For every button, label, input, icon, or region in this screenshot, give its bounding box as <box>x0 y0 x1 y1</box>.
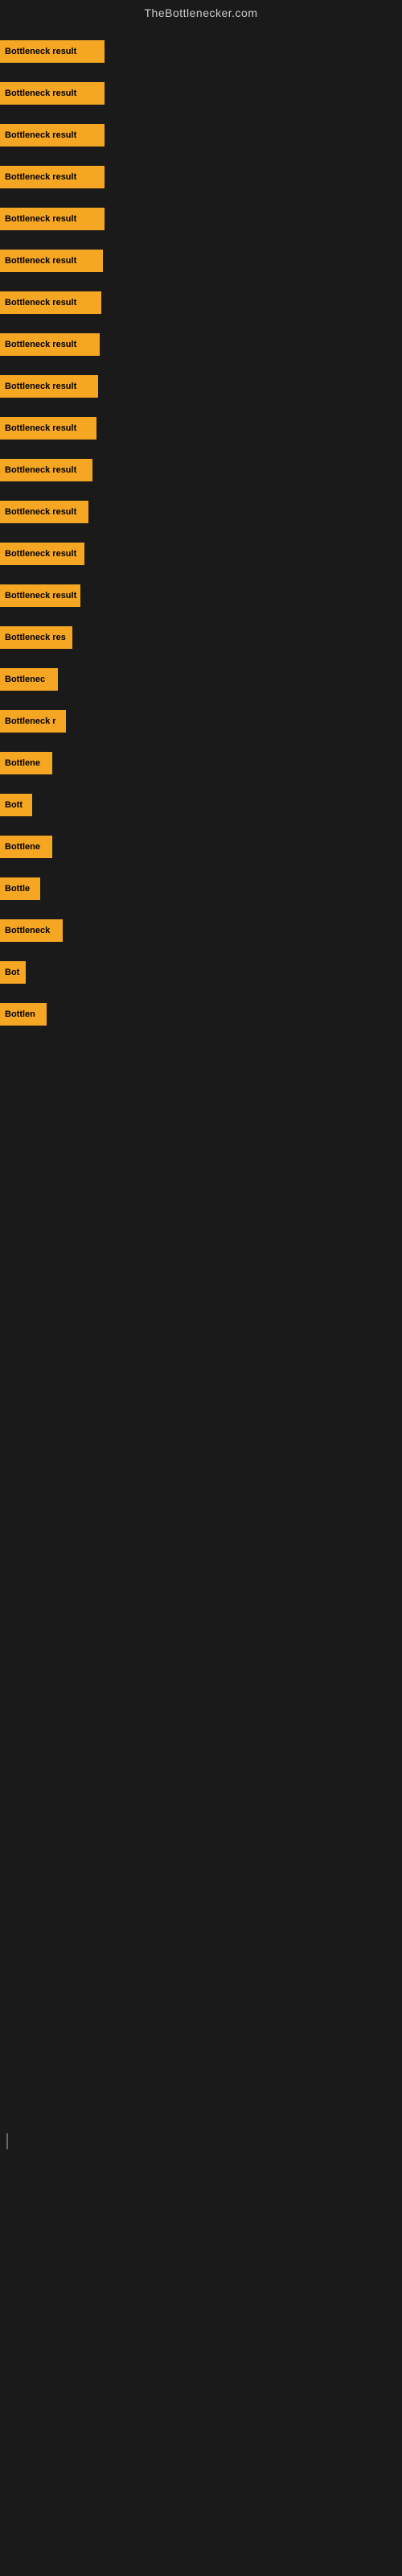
bar-row: Bottlene <box>0 742 402 784</box>
bar-label: Bottleneck result <box>5 382 76 391</box>
bottleneck-bar-11: Bottleneck result <box>0 459 92 481</box>
bottleneck-bar-2: Bottleneck result <box>0 82 105 105</box>
site-header: TheBottlenecker.com <box>0 0 402 23</box>
bar-label: Bottleneck result <box>5 340 76 349</box>
bottleneck-bar-6: Bottleneck result <box>0 250 103 272</box>
bar-row: Bottleneck result <box>0 407 402 449</box>
bar-row: Bot <box>0 952 402 993</box>
bar-label: Bottleneck res <box>5 633 66 642</box>
bar-row: Bottleneck res <box>0 617 402 658</box>
bottleneck-bar-5: Bottleneck result <box>0 208 105 230</box>
bar-label: Bottleneck r <box>5 716 56 726</box>
bar-row: Bottleneck result <box>0 72 402 114</box>
bottleneck-bar-19: Bott <box>0 794 32 816</box>
cursor-line <box>6 2133 8 2149</box>
bottleneck-bar-22: Bottleneck <box>0 919 63 942</box>
bottleneck-bar-4: Bottleneck result <box>0 166 105 188</box>
bar-label: Bottleneck result <box>5 465 76 475</box>
bottleneck-bar-1: Bottleneck result <box>0 40 105 63</box>
bar-row: Bottlenec <box>0 658 402 700</box>
bars-container: Bottleneck result Bottleneck result Bottle… <box>0 23 402 1043</box>
bottleneck-bar-12: Bottleneck result <box>0 501 88 523</box>
bottleneck-bar-21: Bottle <box>0 877 40 900</box>
bottleneck-bar-8: Bottleneck result <box>0 333 100 356</box>
bar-row: Bottlen <box>0 993 402 1035</box>
bar-label: Bottlenec <box>5 675 45 684</box>
bottleneck-bar-7: Bottleneck result <box>0 291 101 314</box>
bar-row: Bottleneck result <box>0 449 402 491</box>
bar-label: Bottlene <box>5 758 40 768</box>
bar-label: Bott <box>5 800 23 810</box>
bar-row: Bottleneck result <box>0 365 402 407</box>
bottleneck-bar-9: Bottleneck result <box>0 375 98 398</box>
bar-label: Bottleneck result <box>5 172 76 182</box>
bar-label: Bottleneck result <box>5 214 76 224</box>
bottleneck-bar-15: Bottleneck res <box>0 626 72 649</box>
bar-row: Bottleneck <box>0 910 402 952</box>
bottleneck-bar-14: Bottleneck result <box>0 584 80 607</box>
bar-row: Bottleneck result <box>0 198 402 240</box>
bar-row: Bottleneck result <box>0 491 402 533</box>
bar-row: Bottleneck result <box>0 282 402 324</box>
bottleneck-bar-13: Bottleneck result <box>0 543 84 565</box>
bar-row: Bott <box>0 784 402 826</box>
bottleneck-bar-20: Bottlene <box>0 836 52 858</box>
bar-label: Bottlen <box>5 1009 35 1019</box>
bar-row: Bottleneck r <box>0 700 402 742</box>
bar-label: Bottleneck result <box>5 47 76 56</box>
bottleneck-bar-3: Bottleneck result <box>0 124 105 147</box>
bar-label: Bottleneck result <box>5 130 76 140</box>
bar-row: Bottleneck result <box>0 31 402 72</box>
bar-row: Bottleneck result <box>0 240 402 282</box>
bar-label: Bot <box>5 968 19 977</box>
bar-label: Bottleneck result <box>5 256 76 266</box>
bottleneck-bar-17: Bottleneck r <box>0 710 66 733</box>
bar-row: Bottle <box>0 868 402 910</box>
bar-label: Bottleneck result <box>5 298 76 308</box>
bottleneck-bar-10: Bottleneck result <box>0 417 96 440</box>
bar-label: Bottleneck <box>5 926 50 935</box>
bar-row: Bottleneck result <box>0 114 402 156</box>
bar-label: Bottleneck result <box>5 549 76 559</box>
bar-row: Bottleneck result <box>0 156 402 198</box>
bar-label: Bottleneck result <box>5 89 76 98</box>
bar-row: Bottlene <box>0 826 402 868</box>
bar-label: Bottleneck result <box>5 591 76 601</box>
bottleneck-bar-18: Bottlene <box>0 752 52 774</box>
bottleneck-bar-24: Bottlen <box>0 1003 47 1026</box>
bar-label: Bottleneck result <box>5 423 76 433</box>
bottleneck-bar-16: Bottlenec <box>0 668 58 691</box>
bar-row: Bottleneck result <box>0 533 402 575</box>
bottleneck-bar-23: Bot <box>0 961 26 984</box>
bar-label: Bottleneck result <box>5 507 76 517</box>
bar-row: Bottleneck result <box>0 324 402 365</box>
bar-row: Bottleneck result <box>0 575 402 617</box>
bar-label: Bottle <box>5 884 30 894</box>
bar-label: Bottlene <box>5 842 40 852</box>
